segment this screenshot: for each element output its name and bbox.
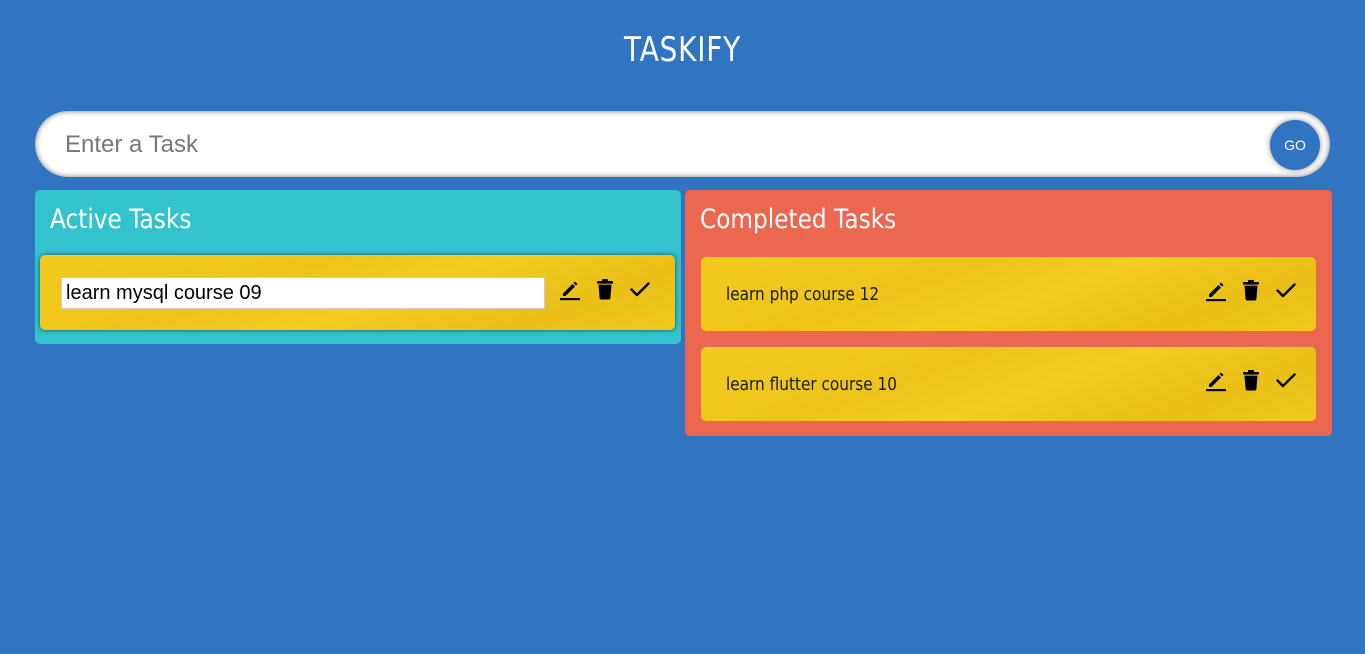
delete-icon[interactable] [1239, 278, 1263, 302]
go-button[interactable]: GO [1270, 120, 1320, 170]
task-input-form: GO [35, 111, 1330, 177]
task-text: learn flutter course 10 [726, 374, 898, 395]
edit-icon[interactable] [1204, 368, 1228, 392]
delete-icon[interactable] [593, 277, 617, 301]
check-icon[interactable] [1274, 278, 1298, 302]
app-title: TASKIFY [624, 30, 741, 70]
task-input[interactable] [63, 125, 1247, 165]
edit-icon[interactable] [1204, 278, 1228, 302]
check-icon[interactable] [628, 277, 652, 301]
task-card: learn flutter course 10 [701, 347, 1316, 421]
delete-icon[interactable] [1239, 368, 1263, 392]
task-actions [1204, 278, 1298, 302]
completed-tasks-heading: Completed Tasks [700, 204, 897, 235]
active-tasks-heading: Active Tasks [50, 204, 192, 235]
check-icon[interactable] [1274, 368, 1298, 392]
task-actions [1204, 368, 1298, 392]
active-tasks-panel: Active Tasks [35, 190, 681, 344]
task-edit-input[interactable] [61, 277, 545, 309]
edit-icon[interactable] [558, 277, 582, 301]
task-card [40, 255, 675, 330]
task-actions [558, 277, 652, 301]
completed-tasks-panel: Completed Tasks learn php course 12 lear… [685, 190, 1332, 436]
task-card: learn php course 12 [701, 257, 1316, 331]
task-text: learn php course 12 [726, 284, 880, 305]
